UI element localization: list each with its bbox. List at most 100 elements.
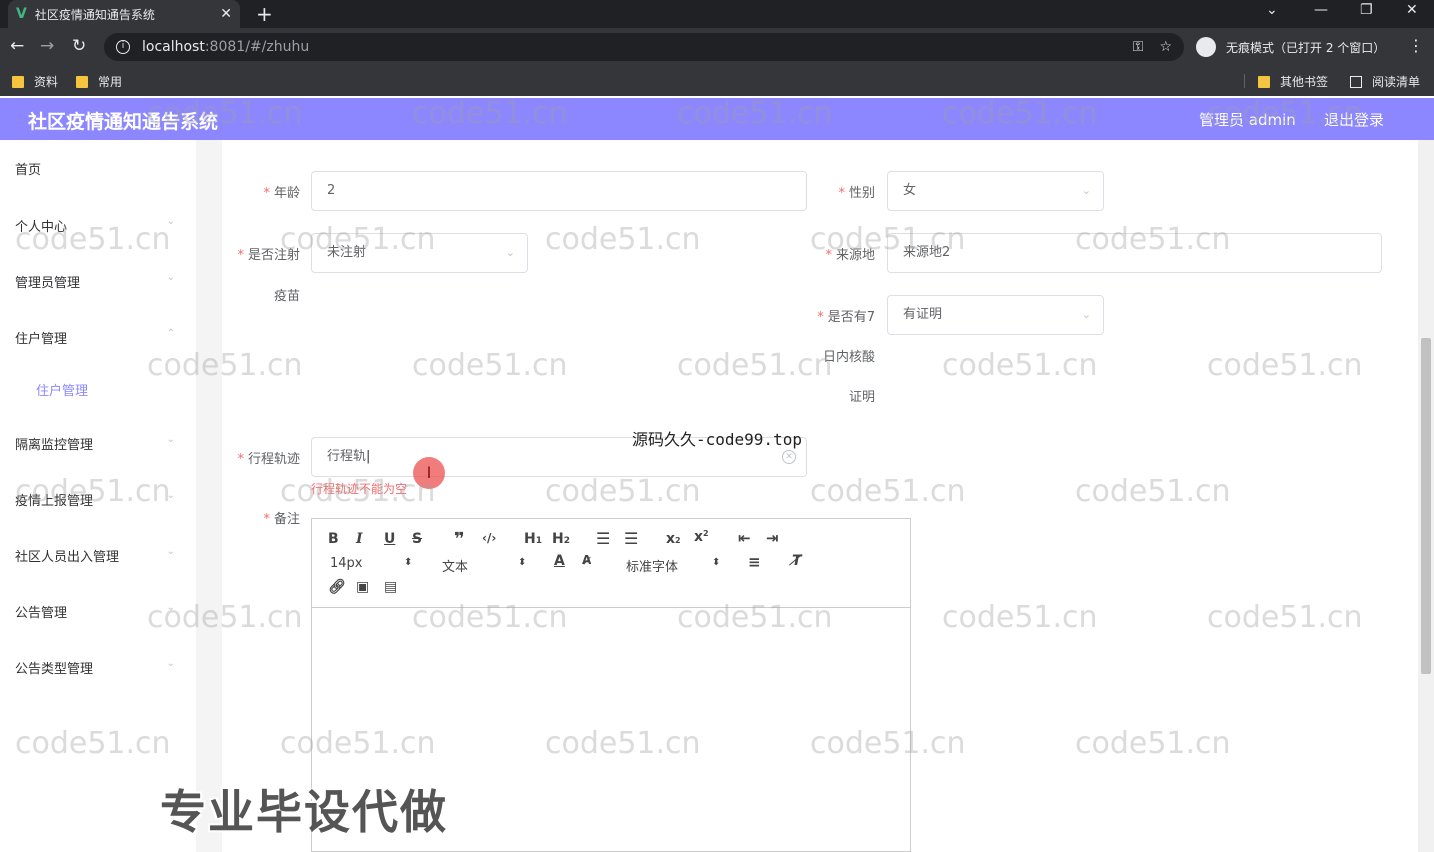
- sidebar-item-notice-types[interactable]: 公告类型管理 ⌄: [15, 658, 175, 677]
- sidebar-item-notices[interactable]: 公告管理 ⌄: [15, 602, 175, 621]
- tab-search-icon[interactable]: ⌄: [1266, 2, 1278, 18]
- heading1-icon[interactable]: H1: [524, 531, 542, 547]
- sidebar-item-label: 疫情上报管理: [15, 494, 94, 509]
- italic-icon[interactable]: I: [356, 531, 363, 547]
- vaccine-value: 未注射: [327, 245, 367, 260]
- watermark: code51.cn: [1075, 474, 1231, 509]
- chevron-down-icon: ⌄: [166, 546, 175, 557]
- bold-icon[interactable]: B: [328, 531, 339, 547]
- subscript-icon[interactable]: x2: [666, 531, 681, 547]
- font-family-select[interactable]: 标准字体: [626, 556, 678, 575]
- restore-icon[interactable]: ❐: [1360, 2, 1373, 18]
- gender-value: 女: [903, 183, 917, 198]
- indent-icon[interactable]: ⇥: [766, 529, 779, 547]
- image-icon[interactable]: ▣: [356, 579, 369, 595]
- browser-tab[interactable]: V 社区疫情通知通告系统 ✕: [8, 0, 240, 28]
- site-info-icon[interactable]: i: [116, 40, 130, 54]
- track-label: * 行程轨迹: [237, 452, 300, 467]
- content-gutter: [196, 140, 222, 852]
- sidebar-item-quarantine[interactable]: 隔离监控管理 ⌄: [15, 434, 175, 453]
- reload-icon[interactable]: ↻: [72, 36, 86, 56]
- underline-icon[interactable]: U: [384, 531, 395, 547]
- sidebar-item-home[interactable]: 首页: [15, 159, 175, 178]
- incognito-label: 无痕模式（已打开 2 个窗口）: [1226, 40, 1386, 55]
- code-icon[interactable]: ‹/›: [482, 531, 496, 545]
- tab-title: 社区疫情通知通告系统: [34, 7, 155, 22]
- strikethrough-icon[interactable]: S: [412, 531, 422, 547]
- reading-list[interactable]: 阅读清单: [1350, 73, 1420, 90]
- select-arrows-icon: ⬍: [518, 557, 527, 568]
- link-icon[interactable]: 🔗︎: [328, 579, 346, 595]
- bookmark-label: 资料: [34, 75, 59, 89]
- clear-format-icon[interactable]: T̸: [792, 553, 802, 569]
- bookmark-star-icon[interactable]: ☆: [1159, 39, 1172, 55]
- chevron-down-icon: ⌄: [166, 434, 175, 445]
- mouse-cursor-icon: I: [413, 457, 445, 489]
- outdent-icon[interactable]: ⇤: [738, 529, 751, 547]
- nucleic-label-line2: 日内核酸: [822, 350, 875, 365]
- track-value: 行程轨: [327, 449, 367, 464]
- sidebar-item-admins[interactable]: 管理员管理 ⌄: [15, 272, 175, 291]
- key-icon[interactable]: ⚿: [1133, 39, 1144, 55]
- sidebar-item-residents[interactable]: 住户管理 ⌃: [15, 328, 175, 347]
- app-title: 社区疫情通知通告系统: [28, 111, 219, 133]
- align-icon[interactable]: ≡: [748, 553, 761, 571]
- video-icon[interactable]: ▤: [384, 579, 397, 595]
- origin-label: * 来源地: [825, 248, 875, 263]
- gender-select[interactable]: 女 ⌄: [887, 171, 1104, 211]
- font-size-select[interactable]: 14px: [330, 556, 363, 571]
- vaccine-label: * 是否注射: [237, 248, 300, 263]
- chevron-down-icon: ⌄: [505, 246, 515, 259]
- minimize-icon[interactable]: —: [1314, 2, 1328, 18]
- nucleic-select[interactable]: 有证明 ⌄: [887, 295, 1104, 335]
- superscript-icon[interactable]: x2: [694, 529, 709, 545]
- incognito-icon: [1196, 37, 1216, 57]
- sidebar-item-access[interactable]: 社区人员出入管理 ⌄: [15, 546, 175, 565]
- vue-favicon-icon: V: [16, 6, 27, 22]
- background-color-icon[interactable]: A̷: [582, 553, 591, 567]
- forward-icon[interactable]: →: [40, 36, 54, 56]
- chevron-down-icon: ⌄: [166, 602, 175, 613]
- heading-select[interactable]: 文本: [442, 556, 468, 575]
- back-icon[interactable]: ←: [10, 36, 24, 56]
- remark-label: * 备注: [263, 512, 300, 527]
- new-tab-icon[interactable]: +: [256, 2, 273, 26]
- select-arrows-icon: ⬍: [712, 557, 721, 568]
- vaccine-select[interactable]: 未注射 ⌄: [311, 233, 528, 273]
- close-window-icon[interactable]: ✕: [1406, 2, 1418, 18]
- app-header: 社区疫情通知通告系统 管理员 admin 退出登录: [0, 98, 1434, 140]
- bookmark-separator: [1244, 74, 1245, 88]
- chevron-down-icon: ⌄: [166, 658, 175, 669]
- age-input[interactable]: 2: [311, 171, 807, 211]
- scrollbar-thumb[interactable]: [1421, 338, 1431, 674]
- origin-input[interactable]: 来源地2: [887, 233, 1382, 273]
- address-bar[interactable]: i localhost:8081/#/zhuhu ⚿ ☆: [104, 33, 1184, 61]
- sidebar-item-label: 住户管理: [15, 332, 68, 347]
- nucleic-value: 有证明: [903, 307, 943, 322]
- sidebar-item-label: 公告管理: [15, 606, 68, 621]
- bookmark-label: 其他书签: [1280, 75, 1329, 89]
- sidebar-item-reports[interactable]: 疫情上报管理 ⌄: [15, 490, 175, 509]
- blockquote-icon[interactable]: ❞: [454, 529, 465, 550]
- bullet-list-icon[interactable]: ☰: [624, 529, 638, 548]
- sidebar-item-profile[interactable]: 个人中心 ⌄: [15, 216, 175, 235]
- sidebar: 首页 个人中心 ⌄ 管理员管理 ⌄ 住户管理 ⌃ 住户管理 隔离监控管理 ⌄ 疫情上报管…: [0, 140, 196, 852]
- watermark: code51.cn: [942, 348, 1098, 383]
- bookmark-folder-ziliao[interactable]: 资料: [12, 73, 58, 90]
- font-color-icon[interactable]: A: [554, 553, 565, 569]
- nucleic-label-line3: 证明: [848, 390, 875, 405]
- page-scrollbar[interactable]: [1418, 140, 1434, 852]
- incognito-indicator[interactable]: 无痕模式（已打开 2 个窗口）: [1196, 37, 1385, 57]
- bookmark-folder-changyong[interactable]: 常用: [76, 73, 122, 90]
- age-label: * 年龄: [263, 186, 300, 201]
- bookmark-other[interactable]: 其他书签: [1258, 73, 1328, 90]
- ordered-list-icon[interactable]: ☰: [596, 529, 610, 548]
- sidebar-subitem-residents[interactable]: 住户管理: [36, 380, 88, 399]
- header-user: 管理员 admin: [1199, 111, 1296, 129]
- logout-button[interactable]: 退出登录: [1324, 109, 1384, 130]
- clear-icon[interactable]: ✕: [782, 450, 796, 464]
- chevron-up-icon: ⌃: [166, 328, 175, 339]
- heading2-icon[interactable]: H2: [552, 531, 570, 547]
- tab-close-icon[interactable]: ✕: [220, 6, 232, 22]
- browser-menu-icon[interactable]: ⋮: [1408, 36, 1424, 55]
